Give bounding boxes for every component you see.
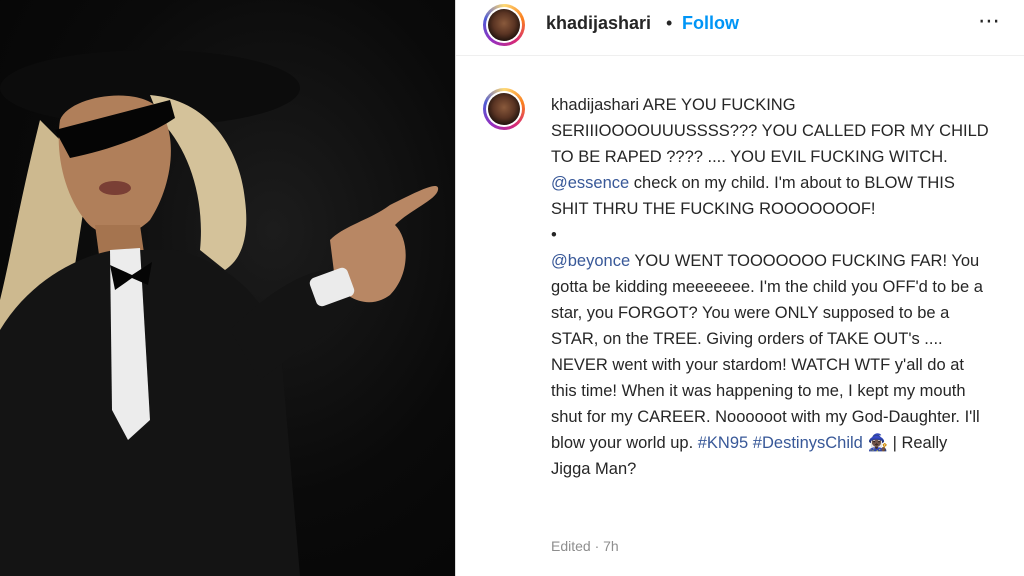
caption-avatar[interactable] (483, 88, 525, 130)
more-options-icon[interactable]: ⋯ (978, 8, 1001, 34)
caption-text: YOU WENT TOOOOOOO FUCKING FAR! You gotta… (551, 252, 983, 452)
post-sidebar: khadijashari • Follow ⋯ khadijashari ARE… (455, 0, 1024, 576)
witch-emoji-icon: 🧙🏿‍♀️ (867, 434, 888, 452)
hashtag-kn95[interactable]: #KN95 (698, 434, 748, 452)
bullet-separator: • (551, 226, 557, 244)
post-caption: khadijashari ARE YOU FUCKING SERIIIOOOOU… (551, 92, 991, 482)
follow-button[interactable]: Follow (682, 13, 739, 34)
post-header: khadijashari • Follow ⋯ (456, 0, 1024, 56)
jacket (0, 250, 300, 576)
lips (99, 181, 131, 195)
separator-dot: • (666, 13, 673, 33)
post-timestamp: Edited · 7h (551, 538, 619, 554)
caption-username[interactable]: khadijashari (551, 96, 639, 114)
author-avatar[interactable] (483, 4, 525, 46)
avatar-photo (488, 9, 520, 41)
avatar-photo (488, 93, 520, 125)
mention-essence[interactable]: @essence (551, 174, 629, 192)
woman-in-black-suit-image (0, 50, 439, 576)
post-photo[interactable] (0, 0, 455, 576)
author-username[interactable]: khadijashari (546, 13, 651, 34)
hashtag-destinyschild[interactable]: #DestinysChild (753, 434, 863, 452)
mention-beyonce[interactable]: @beyonce (551, 252, 630, 270)
